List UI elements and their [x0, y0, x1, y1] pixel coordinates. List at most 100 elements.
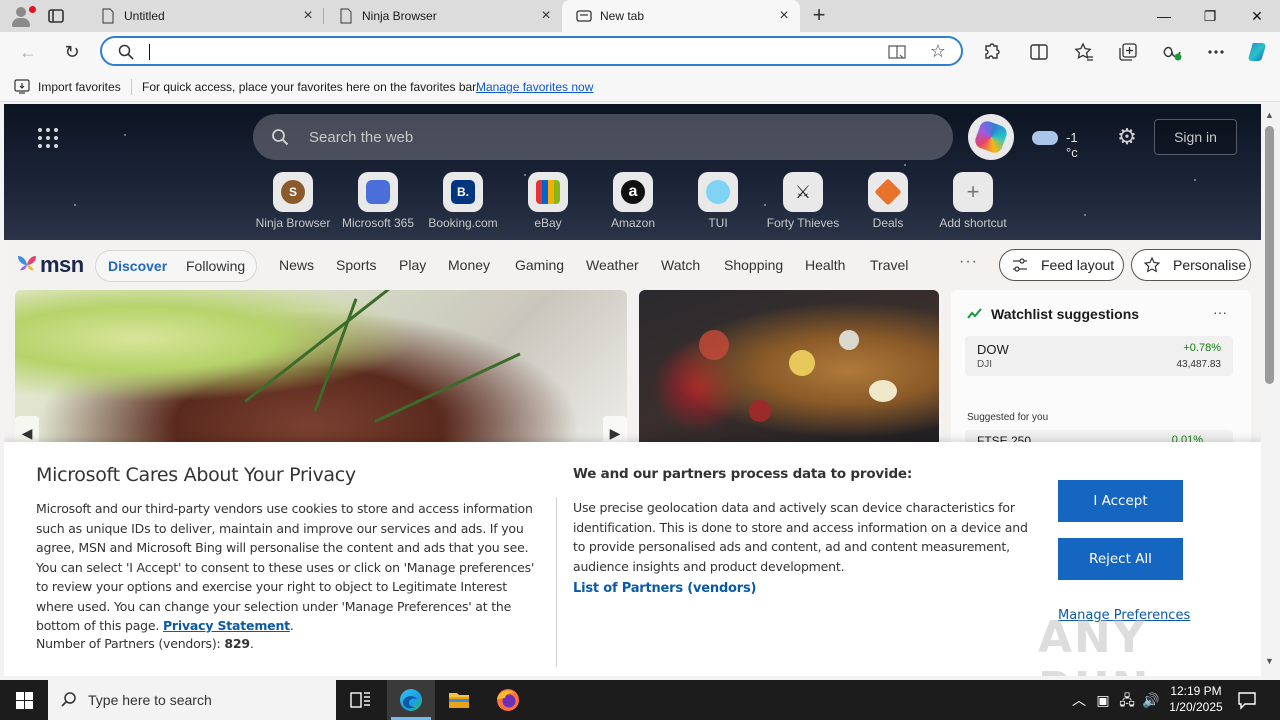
- address-bar[interactable]: ☆: [100, 36, 963, 66]
- firefox-icon[interactable]: [484, 680, 532, 720]
- scroll-up-arrow-icon[interactable]: ▲: [1265, 110, 1274, 120]
- shortcut-label: Ninja Browser: [255, 216, 331, 230]
- tab-untitled[interactable]: Untitled ×: [86, 0, 324, 32]
- device-icon[interactable]: ▣: [1094, 690, 1112, 710]
- discover-tab[interactable]: Discover: [108, 258, 167, 274]
- collections-icon[interactable]: [1117, 41, 1139, 63]
- show-hidden-icons-chevron-icon[interactable]: ︿: [1070, 690, 1088, 710]
- cloud-icon: [1032, 131, 1058, 145]
- task-view-icon[interactable]: [336, 680, 384, 720]
- shortcut-microsoft-365[interactable]: Microsoft 365: [335, 170, 421, 230]
- msn-logo[interactable]: msn: [16, 250, 84, 277]
- close-tab-icon[interactable]: ×: [538, 8, 554, 24]
- news-card-food[interactable]: ◀ ▶: [15, 290, 627, 450]
- web-search-box[interactable]: Search the web: [253, 114, 953, 160]
- scroll-down-arrow-icon[interactable]: ▼: [1265, 656, 1274, 666]
- shortcut-forty-thieves[interactable]: ⚔ Forty Thieves: [760, 170, 846, 230]
- stock-symbol: DOW: [977, 342, 1009, 357]
- sign-in-button[interactable]: Sign in: [1154, 119, 1237, 155]
- partners-count: 829: [224, 636, 250, 651]
- split-screen-icon[interactable]: [1028, 41, 1050, 63]
- back-arrow-icon[interactable]: ←: [16, 40, 40, 64]
- shortcut-tui[interactable]: TUI: [675, 170, 761, 230]
- nav-sports[interactable]: Sports: [336, 257, 376, 273]
- news-card-platter[interactable]: [639, 290, 939, 450]
- nav-news[interactable]: News: [279, 257, 314, 273]
- nav-watch[interactable]: Watch: [661, 257, 700, 273]
- profile-avatar-icon[interactable]: [8, 4, 36, 28]
- copilot-icon[interactable]: [1246, 41, 1268, 63]
- nav-travel[interactable]: Travel: [870, 257, 908, 273]
- reject-all-button[interactable]: Reject All: [1058, 538, 1183, 580]
- close-tab-icon[interactable]: ×: [776, 8, 792, 24]
- process-title: We and our partners process data to prov…: [573, 466, 913, 482]
- nav-money[interactable]: Money: [448, 257, 490, 273]
- following-tab[interactable]: Following: [186, 258, 245, 274]
- personalise-button[interactable]: Personalise: [1131, 249, 1251, 281]
- copilot-button[interactable]: [968, 114, 1014, 160]
- browser-essentials-icon[interactable]: [1161, 41, 1183, 63]
- more-nav-icon[interactable]: ···: [959, 253, 978, 271]
- shortcut-amazon[interactable]: a Amazon: [590, 170, 676, 230]
- file-explorer-icon[interactable]: [435, 680, 483, 720]
- list-of-partners-link[interactable]: List of Partners (vendors): [573, 581, 756, 596]
- weather-widget[interactable]: -1 °c: [1032, 128, 1092, 160]
- import-favorites-button[interactable]: Import favorites: [38, 80, 121, 94]
- deals-tag-icon: [874, 178, 902, 206]
- favorites-bar: Import favorites For quick access, place…: [0, 72, 1280, 102]
- page-icon: [102, 8, 114, 24]
- address-input[interactable]: [154, 41, 854, 61]
- privacy-statement-link[interactable]: Privacy Statement: [163, 618, 290, 633]
- tab-new-tab[interactable]: New tab ×: [562, 0, 800, 32]
- extensions-icon[interactable]: [980, 41, 1002, 63]
- nav-gaming[interactable]: Gaming: [515, 257, 564, 273]
- feed-layout-button[interactable]: Feed layout: [999, 249, 1124, 281]
- shortcut-label: eBay: [534, 216, 562, 230]
- stocks-trend-icon: [967, 308, 982, 319]
- sparkle-star-icon: [1144, 257, 1160, 273]
- nav-health[interactable]: Health: [805, 257, 845, 273]
- shortcut-deals[interactable]: Deals: [845, 170, 931, 230]
- network-icon[interactable]: 🖧: [1118, 690, 1136, 710]
- app-launcher-icon[interactable]: [38, 128, 58, 148]
- refresh-icon[interactable]: ↻: [60, 40, 84, 64]
- system-clock[interactable]: 12:19 PM 1/20/2025: [1158, 683, 1234, 715]
- privacy-body: Microsoft and our third-party vendors us…: [36, 499, 544, 636]
- page-scrollbar[interactable]: ▲ ▼: [1261, 104, 1280, 676]
- shortcut-ninja-browser[interactable]: S Ninja Browser: [250, 170, 336, 230]
- favorites-icon[interactable]: [1073, 41, 1095, 63]
- add-shortcut-button[interactable]: + Add shortcut: [930, 170, 1016, 230]
- close-window-icon[interactable]: ✕: [1234, 0, 1280, 32]
- new-tab-plus-icon[interactable]: +: [808, 4, 830, 27]
- windows-start-icon[interactable]: [0, 680, 48, 720]
- immersive-reader-icon[interactable]: [888, 43, 906, 61]
- manage-favorites-link[interactable]: Manage favorites now: [476, 80, 593, 94]
- nav-play[interactable]: Play: [399, 257, 426, 273]
- restore-icon[interactable]: ❐: [1187, 0, 1233, 32]
- minimize-icon[interactable]: —: [1141, 0, 1187, 32]
- msn-navigation: msn Discover Following News Sports Play …: [4, 240, 1261, 290]
- scroll-thumb[interactable]: [1265, 126, 1274, 384]
- favorite-star-icon[interactable]: ☆: [928, 41, 948, 61]
- shortcut-label: Add shortcut: [939, 216, 1007, 230]
- nav-weather[interactable]: Weather: [586, 257, 639, 273]
- page-settings-gear-icon[interactable]: ⚙: [1116, 126, 1138, 148]
- stock-row[interactable]: DOW DJI +0.78% 43,487.83: [965, 336, 1233, 376]
- taskbar-search-box[interactable]: Type here to search: [48, 680, 336, 720]
- microsoft-365-icon: [366, 180, 390, 204]
- more-menu-icon[interactable]: [1205, 41, 1227, 63]
- notifications-icon[interactable]: [1236, 689, 1258, 711]
- search-icon: [61, 692, 76, 707]
- import-favorites-icon[interactable]: [14, 79, 30, 94]
- watchlist-more-icon[interactable]: ···: [1213, 304, 1227, 320]
- new-tab-page-icon: [576, 10, 592, 22]
- shortcut-booking[interactable]: B. Booking.com: [420, 170, 506, 230]
- tab-actions-icon[interactable]: [46, 6, 66, 26]
- nav-shopping[interactable]: Shopping: [724, 257, 783, 273]
- close-tab-icon[interactable]: ×: [300, 8, 316, 24]
- edge-taskbar-icon[interactable]: [387, 680, 435, 720]
- suggested-label: Suggested for you: [967, 412, 1049, 423]
- shortcut-ebay[interactable]: eBay: [505, 170, 591, 230]
- accept-button[interactable]: I Accept: [1058, 480, 1183, 522]
- tab-ninja-browser[interactable]: Ninja Browser ×: [324, 0, 562, 32]
